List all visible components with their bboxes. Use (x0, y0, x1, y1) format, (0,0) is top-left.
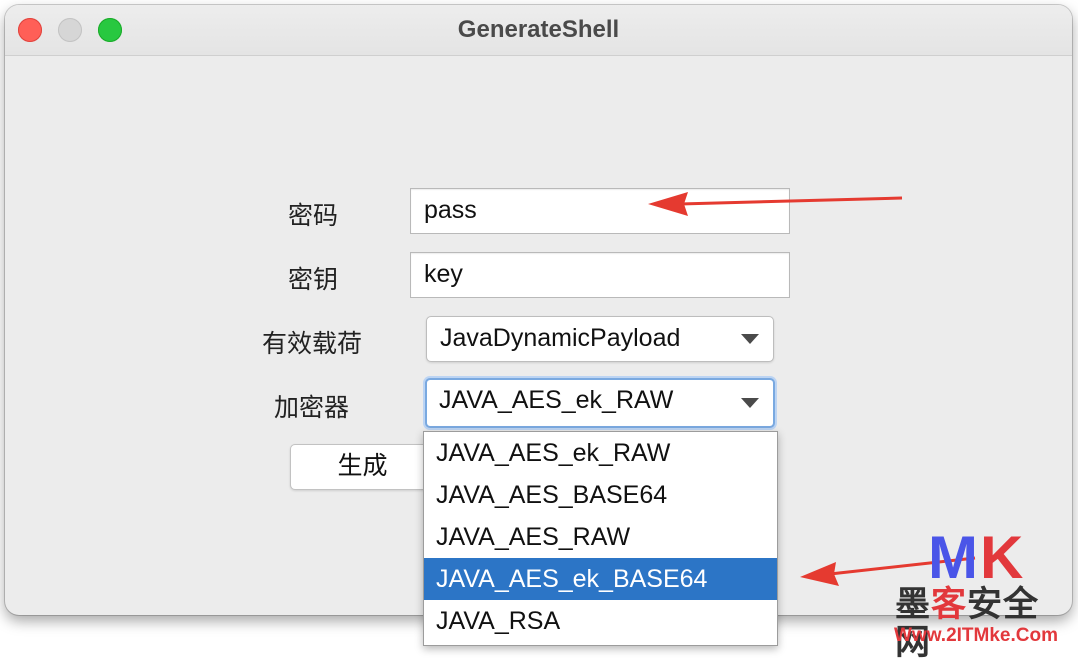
watermark-site-name: 墨客安全网 (895, 585, 1040, 662)
watermark-logo: MK 墨客安全网 Www.2ITMke.Com (880, 524, 1075, 662)
watermark-url: Www.2ITMke.Com (894, 625, 1058, 646)
arrow-to-password (648, 192, 903, 216)
watermark-mk: MK (928, 524, 1026, 591)
